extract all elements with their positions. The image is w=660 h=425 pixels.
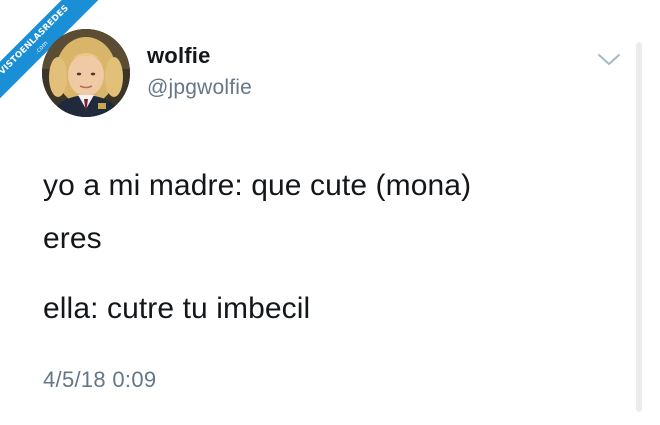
avatar[interactable] (42, 29, 130, 117)
tweet-menu-button[interactable] (596, 50, 622, 70)
avatar-photo-icon (42, 29, 130, 117)
display-name[interactable]: wolfie (147, 43, 211, 69)
scrollbar[interactable] (636, 42, 642, 412)
tweet-text-line: eres (43, 222, 102, 255)
tweet-text-line: ella: cutre tu imbecil (43, 292, 311, 325)
chevron-down-icon (598, 54, 620, 65)
tweet-timestamp[interactable]: 4/5/18 0:09 (43, 367, 156, 393)
user-handle[interactable]: @jpgwolfie (147, 76, 252, 100)
tweet-text-line: yo a mi madre: que cute (mona) (43, 169, 472, 202)
tweet-card: VISTOENLASREDES .com wolfie @jpgwolfie y… (0, 0, 660, 425)
